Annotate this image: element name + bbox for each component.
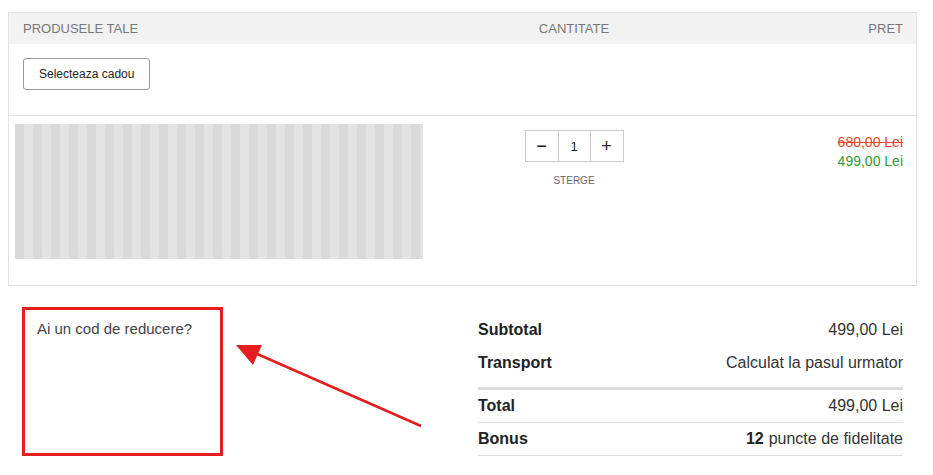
old-price: 680,00 Lei (838, 134, 903, 150)
summary-label: Subtotal (478, 321, 542, 339)
summary-row: Subtotal 499,00 Lei (478, 313, 903, 346)
annotation-arrow-icon (0, 0, 933, 475)
product-row: −+STERGE680,00 Lei499,00 Lei (9, 116, 916, 285)
cart-header: PRODUSELE TALECANTITATEPRET (9, 13, 916, 44)
select-gift-button[interactable]: Selecteaza cadou (23, 58, 150, 90)
quantity-input[interactable] (558, 131, 591, 161)
coupon-box: Ai un cod de reducere? (22, 307, 223, 456)
summary-label: Bonus (478, 430, 528, 448)
summary-row: Total 499,00 Lei (478, 390, 903, 423)
summary-value: 499,00 Lei (828, 321, 903, 339)
summary-label: Total (478, 397, 515, 415)
column-header: CANTITATE (522, 21, 626, 36)
subtotal-group: Subtotal 499,00 Lei Transport Calculat la p… (478, 307, 903, 390)
summary-value: Calculat la pasul urmator (726, 354, 903, 372)
cart-table: PRODUSELE TALECANTITATEPRET Selecteaza ca… (8, 12, 917, 286)
increase-button[interactable]: + (591, 131, 623, 161)
summary-value: 499,00 Lei (828, 397, 903, 415)
remove-link[interactable]: STERGE (553, 175, 594, 186)
product-image[interactable] (15, 124, 423, 259)
cart-page: PRODUSELE TALECANTITATEPRET Selecteaza ca… (0, 0, 933, 475)
quantity-cell: −+STERGE (522, 124, 626, 259)
summary-row: Bonus 12puncte de fidelitate (478, 423, 903, 456)
price-cell: 680,00 Lei 499,00 Lei (626, 124, 903, 259)
points-count: 12 (746, 430, 764, 447)
quantity-control: −+ (525, 130, 624, 162)
summary-row: Transport Calculat la pasul urmator (478, 346, 903, 379)
column-header: PRODUSELE TALE (23, 21, 522, 36)
cart-bottom: Ai un cod de reducere? Subtotal 499,00 Lei… (8, 286, 917, 456)
order-summary: Subtotal 499,00 Lei Transport Calculat la p… (478, 307, 903, 456)
coupon-link[interactable]: Ai un cod de reducere? (37, 320, 192, 337)
summary-value: 12puncte de fidelitate (746, 430, 903, 448)
gift-row: Selecteaza cadou (9, 44, 916, 116)
price: 499,00 Lei (838, 153, 903, 169)
summary-label: Transport (478, 354, 552, 372)
column-header: PRET (626, 21, 903, 36)
decrease-button[interactable]: − (526, 131, 558, 161)
